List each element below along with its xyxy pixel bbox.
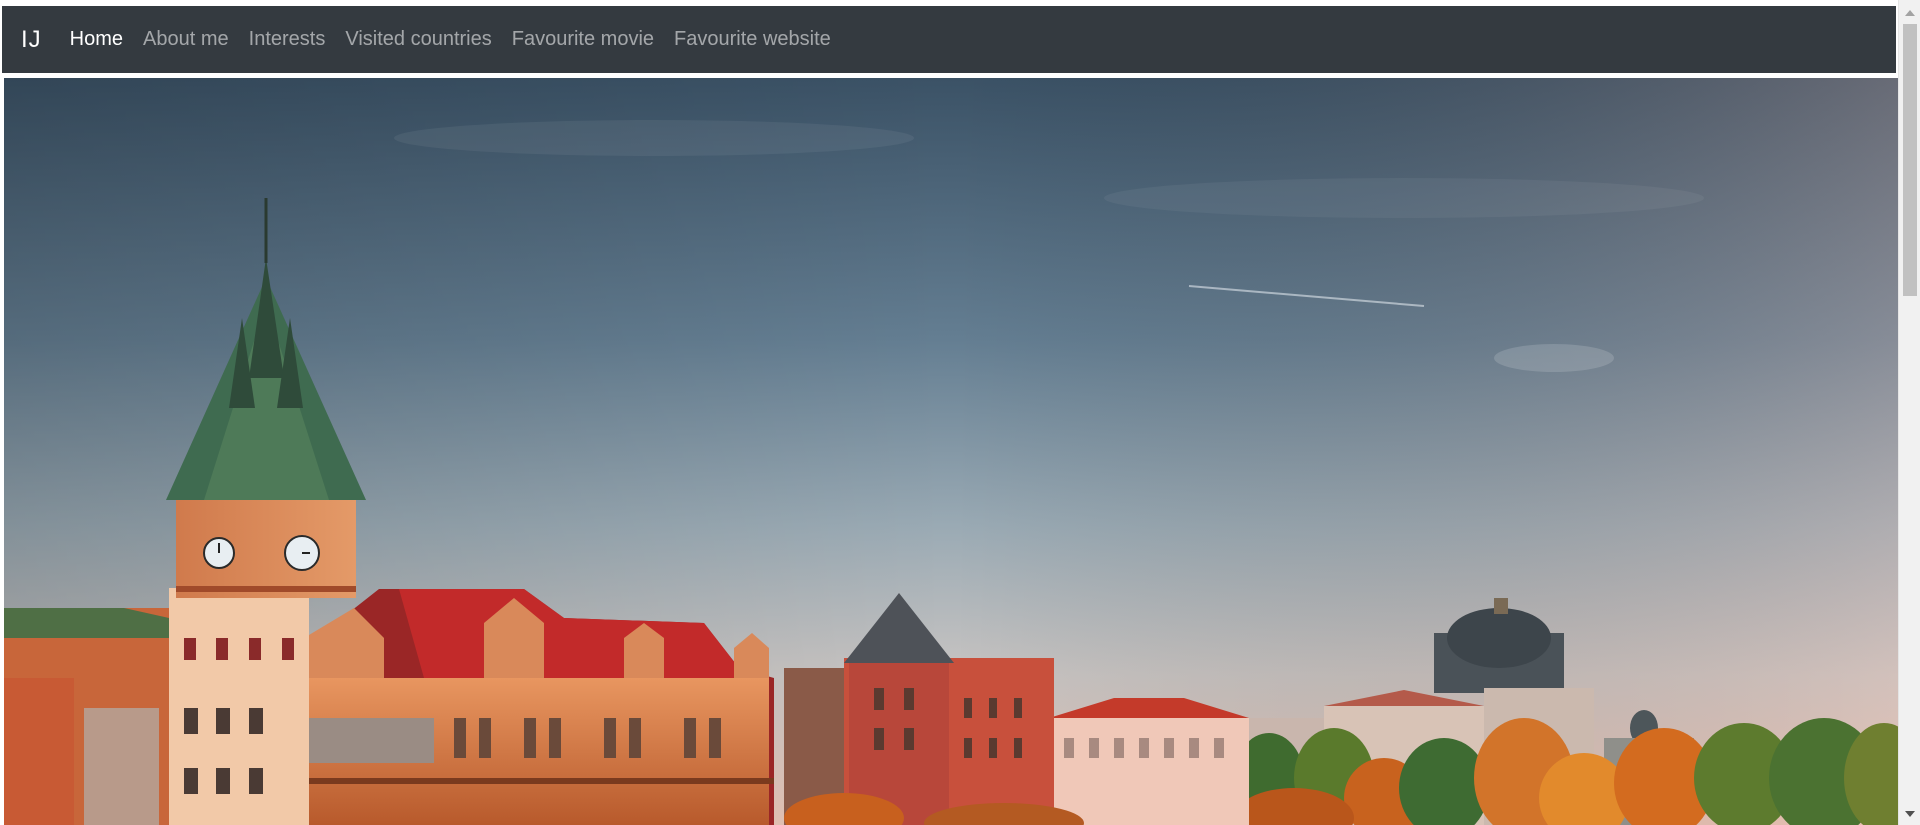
hero-image [2, 78, 1898, 825]
scroll-up-arrow-icon[interactable] [1905, 10, 1915, 16]
scroll-down-arrow-icon[interactable] [1905, 811, 1915, 817]
scroll-thumb[interactable] [1903, 24, 1917, 296]
nav-link-about-me[interactable]: About me [143, 28, 229, 51]
navbar: IJ Home About me Interests Visited count… [2, 6, 1896, 75]
vertical-scrollbar[interactable] [1898, 0, 1920, 825]
nav-link-visited-countries[interactable]: Visited countries [345, 28, 491, 51]
nav-link-favourite-website[interactable]: Favourite website [674, 28, 831, 51]
brand-logo[interactable]: IJ [21, 26, 42, 54]
nav-link-favourite-movie[interactable]: Favourite movie [512, 28, 654, 51]
prague-skyline-photo [4, 78, 1898, 825]
nav-link-interests[interactable]: Interests [249, 28, 326, 51]
page: IJ Home About me Interests Visited count… [0, 0, 1920, 825]
nav-link-home[interactable]: Home [70, 28, 123, 51]
